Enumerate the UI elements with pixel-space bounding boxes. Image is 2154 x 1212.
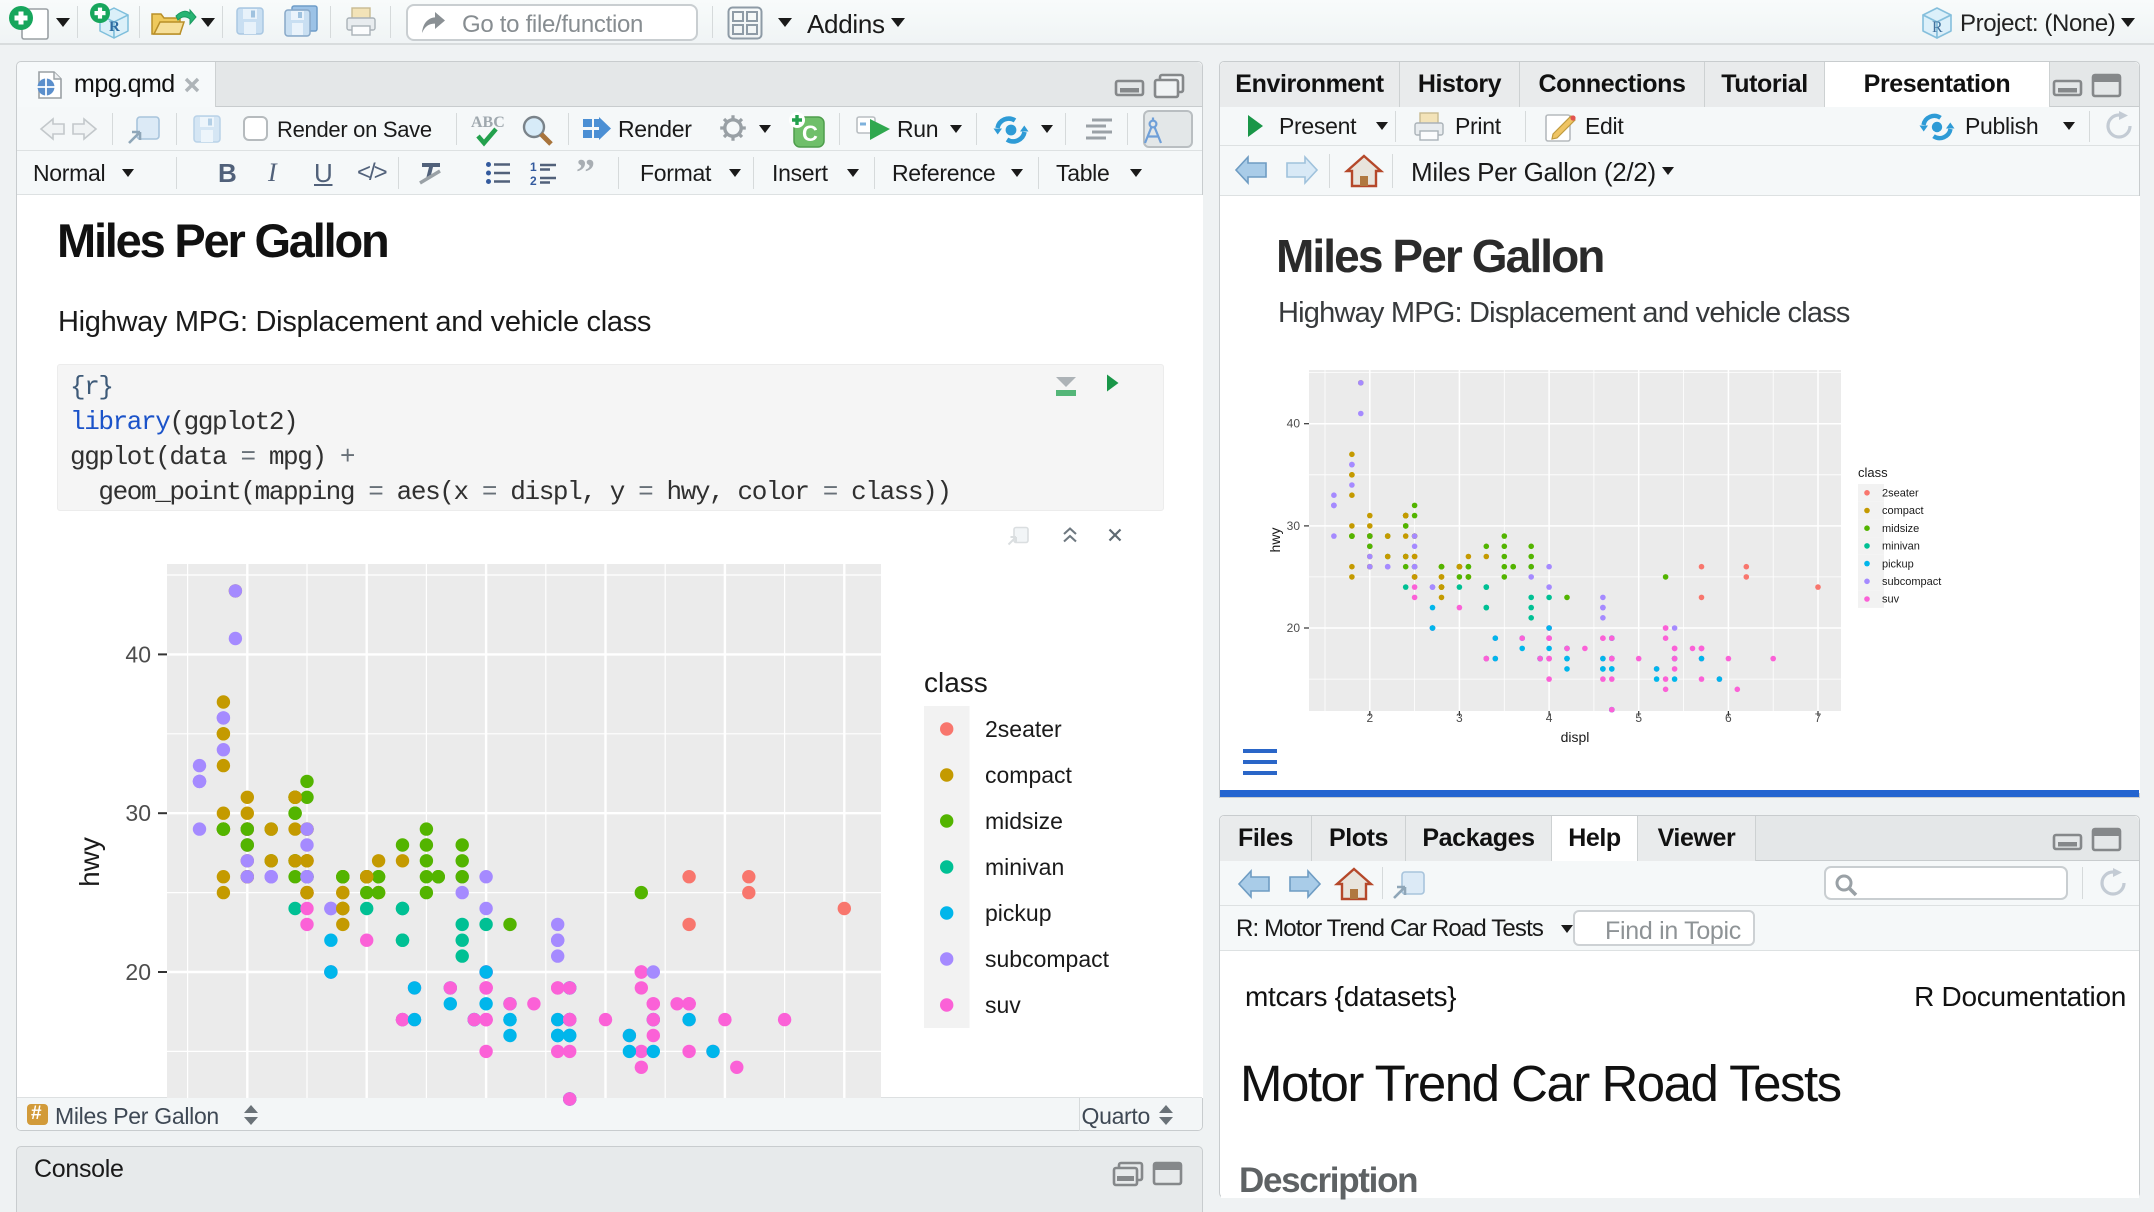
svg-text:subcompact: subcompact: [1882, 576, 1941, 588]
svg-text:R: R: [1932, 19, 1943, 36]
svg-text:30: 30: [125, 800, 151, 826]
svg-text:5: 5: [1635, 711, 1642, 725]
svg-text:3: 3: [1456, 711, 1463, 725]
svg-text:pickup: pickup: [985, 900, 1051, 926]
svg-text:ABC: ABC: [471, 114, 505, 131]
svg-text:30: 30: [1287, 519, 1301, 533]
svg-text:40: 40: [125, 641, 151, 667]
svg-text:20: 20: [125, 959, 151, 985]
svg-text:minivan: minivan: [1882, 541, 1920, 553]
svg-text:subcompact: subcompact: [985, 946, 1110, 972]
svg-text:2seater: 2seater: [985, 716, 1062, 742]
svg-text:hwy: hwy: [1267, 528, 1283, 553]
svg-text:class: class: [924, 667, 988, 698]
svg-text:midsize: midsize: [1882, 523, 1919, 535]
svg-text:2seater: 2seater: [1882, 488, 1919, 500]
svg-text:1: 1: [530, 160, 537, 174]
svg-text:6: 6: [1725, 711, 1732, 725]
svg-text:2: 2: [530, 174, 537, 188]
svg-text:4: 4: [1546, 711, 1553, 725]
svg-text:minivan: minivan: [985, 854, 1064, 880]
svg-text:displ: displ: [1561, 729, 1590, 745]
svg-text:7: 7: [1815, 711, 1822, 725]
svg-text:pickup: pickup: [1882, 558, 1914, 570]
svg-text:2: 2: [1366, 711, 1373, 725]
svg-text:suv: suv: [1882, 594, 1900, 606]
svg-text:compact: compact: [1882, 505, 1924, 517]
svg-text:hwy: hwy: [74, 837, 105, 887]
svg-text:40: 40: [1287, 417, 1301, 431]
svg-text:midsize: midsize: [985, 808, 1063, 834]
svg-text:class: class: [1858, 465, 1888, 480]
svg-text:suv: suv: [985, 992, 1021, 1018]
svg-text:R: R: [109, 19, 120, 35]
svg-text:compact: compact: [985, 762, 1073, 788]
svg-text:C: C: [802, 121, 818, 146]
svg-text:20: 20: [1287, 621, 1301, 635]
